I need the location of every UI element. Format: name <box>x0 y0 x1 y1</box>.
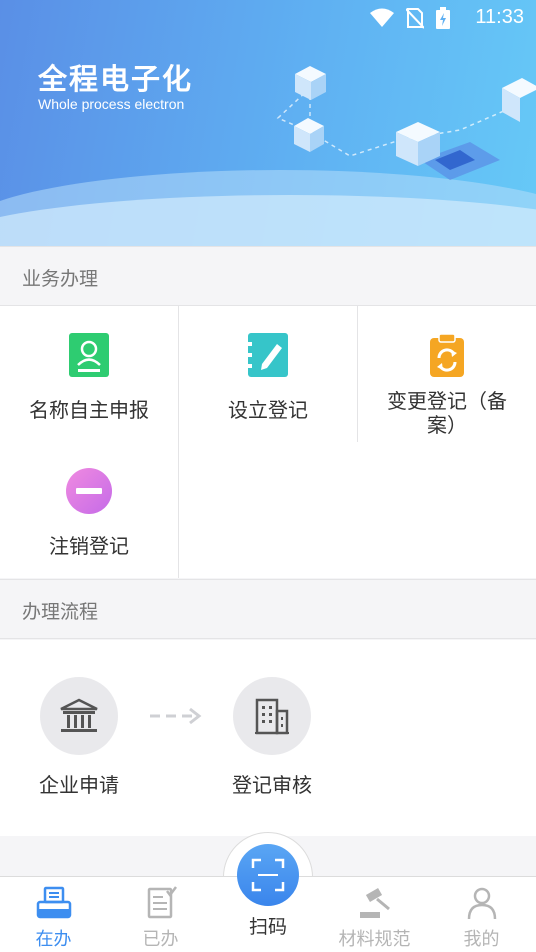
notepad-pen-icon <box>246 333 288 377</box>
tab-mine[interactable]: 我的 <box>428 877 535 952</box>
clipboard-refresh-icon <box>430 333 464 377</box>
cubes-illustration <box>276 66 536 180</box>
grid-item-label: 注销登记 <box>49 534 129 558</box>
establishment-registration-button[interactable]: 设立登记 <box>179 306 357 442</box>
status-icons <box>370 7 450 29</box>
section-title: 办理流程 <box>22 601 99 623</box>
scan-button[interactable] <box>237 844 299 906</box>
flow-step-apply: 企业申请 <box>24 677 134 798</box>
cancellation-registration-button[interactable]: 注销登记 <box>0 442 178 578</box>
scan-icon <box>251 858 285 892</box>
process-section-header: 办理流程 <box>0 579 536 639</box>
change-registration-button[interactable]: 变更登记（备案） <box>358 306 536 442</box>
office-building-icon <box>255 698 289 735</box>
dashed-arrow-icon <box>150 707 202 725</box>
header-banner: 11:33 全程电子化 Whole process electron <box>0 0 536 246</box>
grid-item-label: 名称自主申报 <box>29 398 149 422</box>
flow-step-label: 企业申请 <box>39 773 119 797</box>
business-section-header: 业务办理 <box>0 246 536 306</box>
printer-tray-icon <box>36 886 72 919</box>
wifi-icon <box>370 8 394 27</box>
tab-material-standards[interactable]: 材料规范 <box>321 877 428 952</box>
tab-label: 已办 <box>142 929 179 950</box>
tab-in-progress[interactable]: 在办 <box>0 877 107 952</box>
banner-subtitle: Whole process electron <box>38 96 185 112</box>
grid-item-label: 变更登记（备案） <box>387 389 507 437</box>
scan-label: 扫码 <box>248 916 287 938</box>
flow-step-label: 登记审核 <box>232 773 312 797</box>
bank-building-icon <box>60 698 98 732</box>
battery-charging-icon <box>436 7 450 29</box>
flow-step-circle <box>40 677 118 755</box>
name-declaration-button[interactable]: 名称自主申报 <box>0 306 178 442</box>
banner-title: 全程电子化 <box>38 62 194 96</box>
business-grid: 名称自主申报 设立登记 变更登记（备案） 注销登记 <box>0 306 536 578</box>
gavel-icon <box>360 888 390 918</box>
minus-circle-icon <box>66 468 112 514</box>
tab-done[interactable]: 已办 <box>107 877 214 952</box>
tab-label: 材料规范 <box>338 929 411 950</box>
status-time: 11:33 <box>475 6 524 28</box>
flow-step-circle <box>233 677 311 755</box>
document-check-icon <box>147 886 177 919</box>
no-sim-icon <box>406 8 424 29</box>
process-flow: 企业申请 登记审核 <box>0 640 536 836</box>
grid-item-label: 设立登记 <box>228 398 308 422</box>
tab-label: 在办 <box>35 929 72 950</box>
section-title: 业务办理 <box>22 268 99 290</box>
user-icon <box>467 887 497 920</box>
status-bar: 11:33 <box>0 0 536 38</box>
tab-label: 我的 <box>463 929 500 950</box>
contact-book-icon <box>69 333 109 377</box>
flow-step-review: 登记审核 <box>217 677 327 798</box>
